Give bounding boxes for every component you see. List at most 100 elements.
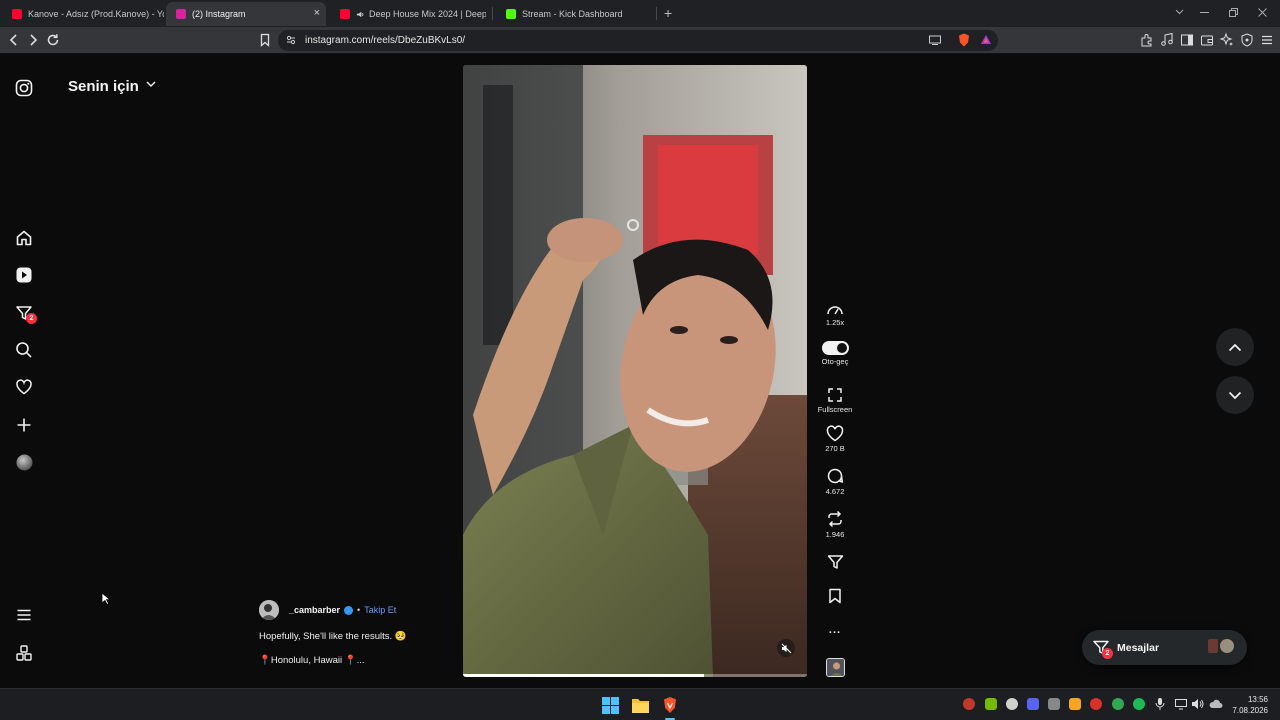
muted-speaker-icon bbox=[781, 643, 791, 653]
weather-icon[interactable] bbox=[1209, 697, 1223, 711]
file-explorer-icon[interactable] bbox=[632, 697, 649, 713]
comment-button[interactable]: 4.672 bbox=[815, 467, 855, 496]
system-clock[interactable]: 13:56 7.08.2026 bbox=[1232, 694, 1268, 716]
close-tab-icon[interactable]: × bbox=[314, 7, 320, 19]
tray-app-icon[interactable] bbox=[963, 698, 975, 710]
author-avatar[interactable] bbox=[259, 600, 279, 620]
reels-icon[interactable] bbox=[14, 265, 34, 285]
tab-bar: Kanove - Adsız (Prod.Kanove) - YouTube (… bbox=[0, 0, 1280, 27]
audio-playing-icon[interactable] bbox=[356, 10, 365, 19]
tab-title: Stream - Kick Dashboard bbox=[522, 9, 623, 19]
mouse-cursor-icon bbox=[101, 592, 111, 606]
discord-icon[interactable] bbox=[1027, 698, 1039, 710]
more-options-button[interactable]: ... bbox=[815, 622, 855, 636]
also-from-meta-icon[interactable] bbox=[14, 643, 34, 663]
mute-button[interactable] bbox=[777, 639, 795, 657]
bookmark-icon bbox=[829, 588, 841, 604]
forward-icon[interactable] bbox=[25, 32, 41, 48]
microphone-icon[interactable] bbox=[1155, 697, 1165, 711]
minimize-icon[interactable] bbox=[1200, 12, 1209, 14]
vpn-shield-icon[interactable] bbox=[1239, 32, 1255, 48]
brave-browser-icon[interactable] bbox=[662, 696, 678, 714]
site-settings-icon[interactable] bbox=[283, 32, 299, 48]
volume-icon[interactable] bbox=[1191, 698, 1204, 710]
reel-location-line[interactable]: 📍Honolulu, Hawaii 📍... bbox=[259, 655, 365, 666]
tray-green-icon[interactable] bbox=[1112, 698, 1124, 710]
playback-speed-button[interactable]: 1.25x bbox=[815, 302, 855, 327]
feed-title[interactable]: Senin için bbox=[68, 78, 139, 95]
windows-start-icon[interactable] bbox=[602, 697, 619, 714]
video-progress-track[interactable] bbox=[463, 674, 807, 677]
heart-icon[interactable] bbox=[14, 377, 34, 397]
fullscreen-label: Fullscreen bbox=[817, 405, 853, 414]
clock-date: 7.08.2026 bbox=[1232, 706, 1268, 715]
tab-title: (2) Instagram bbox=[192, 9, 246, 19]
network-icon[interactable] bbox=[1175, 698, 1187, 710]
like-button[interactable]: 270 B bbox=[815, 425, 855, 453]
audio-thumbnail[interactable] bbox=[826, 658, 845, 677]
reel-video[interactable] bbox=[463, 65, 807, 677]
wallet-icon[interactable] bbox=[1199, 32, 1215, 48]
profile-avatar[interactable] bbox=[14, 452, 34, 472]
reel-video-frame bbox=[463, 65, 807, 677]
tab-youtube-deephouse[interactable]: Deep House Mix 2024 | Deep House bbox=[330, 2, 486, 26]
follow-button[interactable]: Takip Et bbox=[364, 605, 396, 615]
fullscreen-button[interactable]: Fullscreen bbox=[815, 387, 855, 414]
chevron-up-icon bbox=[1228, 343, 1242, 351]
more-options-dots: ... bbox=[828, 624, 842, 636]
instagram-logo-icon[interactable] bbox=[14, 78, 34, 98]
verified-badge-icon bbox=[344, 605, 354, 615]
chevron-down-icon[interactable] bbox=[146, 80, 156, 88]
sidebar-toggle-icon[interactable] bbox=[1179, 32, 1195, 48]
tab-separator bbox=[656, 7, 657, 20]
tab-kick[interactable]: Stream - Kick Dashboard bbox=[496, 2, 656, 26]
create-plus-icon[interactable] bbox=[14, 415, 34, 435]
message-contact-avatar bbox=[1208, 639, 1218, 653]
next-reel-button[interactable] bbox=[1216, 376, 1254, 414]
media-control-icon[interactable] bbox=[1159, 32, 1175, 48]
video-progress-fill bbox=[463, 674, 704, 677]
autoplay-label: Oto-geç bbox=[821, 357, 849, 366]
cast-icon[interactable] bbox=[927, 32, 943, 48]
home-icon[interactable] bbox=[14, 228, 34, 248]
brave-rewards-icon[interactable] bbox=[978, 32, 994, 48]
speedometer-icon bbox=[827, 306, 843, 315]
save-button[interactable] bbox=[815, 588, 855, 604]
brave-shields-icon[interactable] bbox=[956, 32, 972, 48]
tab-instagram[interactable]: (2) Instagram × bbox=[166, 2, 326, 26]
url-text[interactable]: instagram.com/reels/DbeZuBKvLs0/ bbox=[305, 35, 465, 46]
tray-arrow-icon[interactable] bbox=[1048, 698, 1060, 710]
new-tab-button[interactable]: + bbox=[664, 5, 672, 21]
extensions-icon[interactable] bbox=[1139, 32, 1155, 48]
tab-search-icon[interactable] bbox=[1175, 9, 1184, 15]
message-contact-avatar bbox=[1220, 639, 1234, 653]
repost-button[interactable]: 1.946 bbox=[815, 510, 855, 539]
autoplay-switch[interactable] bbox=[821, 341, 849, 355]
author-username[interactable]: _cambarber bbox=[289, 605, 340, 615]
more-menu-icon[interactable] bbox=[14, 605, 34, 625]
close-window-icon[interactable] bbox=[1258, 8, 1267, 17]
messages-button[interactable]: 2 Mesajlar bbox=[1082, 630, 1247, 665]
tray-warning-icon[interactable] bbox=[1069, 698, 1081, 710]
audio-cover-image bbox=[827, 659, 844, 676]
menu-icon[interactable] bbox=[1259, 32, 1275, 48]
separator-dot: • bbox=[357, 605, 361, 615]
tray-settings-icon[interactable] bbox=[1006, 698, 1018, 710]
back-icon[interactable] bbox=[6, 32, 22, 48]
bookmark-page-icon[interactable] bbox=[257, 32, 273, 48]
nvidia-icon[interactable] bbox=[985, 698, 997, 710]
tab-title: Deep House Mix 2024 | Deep House bbox=[369, 9, 486, 19]
leo-ai-icon[interactable] bbox=[1219, 32, 1235, 48]
tray-spotify-icon[interactable] bbox=[1133, 698, 1145, 710]
tab-youtube-kanove[interactable]: Kanove - Adsız (Prod.Kanove) - YouTube bbox=[2, 2, 164, 26]
filter-share-icon bbox=[827, 555, 843, 569]
share-button[interactable] bbox=[815, 554, 855, 570]
previous-reel-button[interactable] bbox=[1216, 328, 1254, 366]
tray-red-icon[interactable] bbox=[1090, 698, 1102, 710]
chevron-down-icon bbox=[1228, 391, 1242, 399]
search-icon[interactable] bbox=[14, 340, 34, 360]
restore-icon[interactable] bbox=[1229, 8, 1238, 17]
browser-toolbar: instagram.com/reels/DbeZuBKvLs0/ bbox=[0, 27, 1280, 54]
autoplay-toggle[interactable]: Oto-geç bbox=[815, 341, 855, 366]
reload-icon[interactable] bbox=[45, 32, 61, 48]
